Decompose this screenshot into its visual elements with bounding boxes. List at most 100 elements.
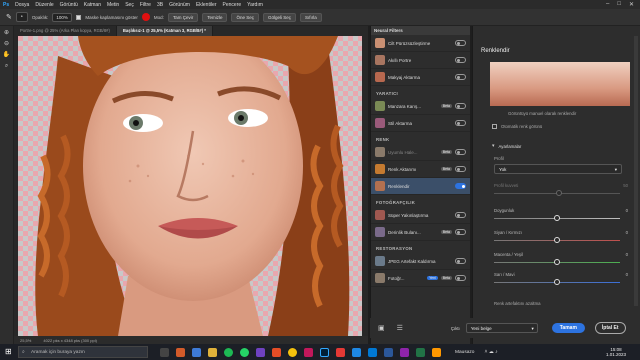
app-icon-13[interactable] <box>432 347 441 357</box>
menu-file[interactable]: Dosya <box>12 2 32 8</box>
filter-thumb <box>375 210 385 220</box>
taskbar-search[interactable]: ⌕ Aramak için buraya yazın <box>18 346 148 358</box>
layers-icon[interactable]: ▣ <box>378 324 385 332</box>
menu-layer[interactable]: Katman <box>81 2 104 8</box>
slider-knob[interactable] <box>554 215 560 221</box>
app-icon-11[interactable] <box>400 347 409 357</box>
maximize-icon[interactable]: □ <box>617 1 621 8</box>
spotify-icon[interactable] <box>224 347 233 357</box>
filter-item-makeup-transfer[interactable]: Makyaj Aktarma <box>371 69 470 86</box>
app-icon-4[interactable] <box>256 347 265 357</box>
portrait-illustration <box>35 36 350 336</box>
menu-help[interactable]: Yardım <box>244 2 266 8</box>
stack-icon[interactable]: ☰ <box>397 324 403 332</box>
chrome-icon[interactable] <box>288 347 297 357</box>
neural-filters-header: Neural Filters <box>371 26 470 35</box>
filter-item-smart-portrait[interactable]: Akıllı Portre <box>371 52 470 69</box>
filter-item-photo-restore[interactable]: Fotoğr... Yeni Beta <box>371 270 470 287</box>
task-view-icon[interactable] <box>160 347 169 357</box>
mask-color-swatch[interactable] <box>141 13 150 21</box>
filter-toggle[interactable] <box>455 258 466 264</box>
filter-toggle[interactable] <box>455 57 466 63</box>
filter-item-harmonization[interactable]: Uyumlu Hale... Beta <box>371 144 470 161</box>
reset-button[interactable]: Sıfırla <box>300 12 322 22</box>
slider-knob[interactable] <box>554 259 560 265</box>
app-icon-8[interactable] <box>352 347 361 357</box>
ok-button[interactable]: Tamam <box>551 323 585 333</box>
profile-select[interactable]: Yok ▾ <box>494 164 622 174</box>
properties-scrollbar[interactable] <box>634 36 638 306</box>
filter-item-landscape-mixer[interactable]: Manzara Karış... Beta <box>371 98 470 115</box>
opacity-field[interactable]: 100% <box>52 12 73 22</box>
filter-item-skin-smoothing[interactable]: Cilt Pürüzsüzleştirme <box>371 35 470 52</box>
filter-label: JPEG Artefakt Kaldırma <box>388 258 436 264</box>
tray-icons[interactable]: ˄ ☁ ♪ <box>484 349 497 355</box>
weather-label[interactable]: Mausazo <box>455 350 474 355</box>
filter-toggle[interactable] <box>455 183 466 189</box>
filter-toggle[interactable] <box>455 74 466 80</box>
mask-checkbox[interactable] <box>76 14 82 20</box>
brush-size-field[interactable]: ⚬ <box>15 12 28 22</box>
output-select[interactable]: Yeni belge ▾ <box>465 323 538 333</box>
filter-item-style-transfer[interactable]: Stil Aktarma <box>371 115 470 132</box>
hand-icon[interactable]: ✋ <box>2 51 12 59</box>
filter-item-super-zoom[interactable]: Süper Yakınlaştırma <box>371 207 470 224</box>
menu-select[interactable]: Seç <box>122 2 137 8</box>
filter-item-color-transfer[interactable]: Renk Aktarımı Beta <box>371 161 470 178</box>
app-icon-3[interactable] <box>208 347 217 357</box>
minimize-icon[interactable]: – <box>606 1 609 8</box>
app-icon-6[interactable] <box>304 347 313 357</box>
filter-toggle[interactable] <box>455 103 466 109</box>
menu-edit[interactable]: Düzenle <box>32 2 56 8</box>
app-icon-10[interactable] <box>384 347 393 357</box>
refine-button[interactable]: Öne Seç <box>231 12 259 22</box>
auto-color-checkbox[interactable] <box>492 124 497 129</box>
filter-item-depth-blur[interactable]: Derinlik Bulanı... Beta <box>371 224 470 241</box>
canvas-area[interactable] <box>14 36 368 336</box>
filter-label: Derinlik Bulanı... <box>388 229 421 235</box>
menu-view[interactable]: Görünüm <box>166 2 193 8</box>
whatsapp-icon[interactable] <box>240 347 249 357</box>
windows-start-icon[interactable]: ⊞ <box>5 347 12 356</box>
menu-filter[interactable]: Filtre <box>137 2 154 8</box>
filter-item-colorize[interactable]: Renklendir <box>371 178 470 195</box>
ps-logo-icon[interactable]: Ps <box>0 2 12 8</box>
auto-color-label: Otomatik renk görünü <box>501 124 543 129</box>
filter-toggle[interactable] <box>455 166 466 172</box>
app-icon-5[interactable] <box>272 347 281 357</box>
app-icon-12[interactable] <box>416 347 425 357</box>
app-icon-1[interactable] <box>176 347 185 357</box>
close-icon[interactable]: ✕ <box>629 1 634 8</box>
app-icon-9[interactable] <box>368 347 377 357</box>
shadow-select-button[interactable]: Gölgeli Seç <box>262 12 296 22</box>
filter-toggle[interactable] <box>455 275 466 281</box>
menu-3d[interactable]: 3B <box>154 2 166 8</box>
clean-button[interactable]: Temizle <box>202 12 228 22</box>
menu-plugins[interactable]: Eklentiler <box>193 2 220 8</box>
clock[interactable]: 15:08 1.01.2023 <box>606 347 626 357</box>
app-icon-7[interactable] <box>336 347 345 357</box>
photoshop-icon[interactable] <box>320 347 329 357</box>
settings-header[interactable]: ▾ Ayarlamalar <box>492 143 521 149</box>
slider-knob[interactable] <box>554 279 560 285</box>
cancel-button[interactable]: İptal Et <box>594 322 626 334</box>
zoom-icon[interactable]: ⌕ <box>2 62 12 70</box>
subtract-icon[interactable]: ⊖ <box>2 40 12 48</box>
filter-toggle[interactable] <box>455 229 466 235</box>
brush-icon[interactable]: ✎ <box>6 13 12 21</box>
filter-toggle[interactable] <box>455 212 466 218</box>
zoom-readout[interactable]: 25,5% <box>20 338 31 343</box>
app-icon-2[interactable] <box>192 347 201 357</box>
add-icon[interactable]: ⊕ <box>2 29 12 37</box>
menu-image[interactable]: Görüntü <box>57 2 81 8</box>
filter-toggle[interactable] <box>455 120 466 126</box>
filter-item-jpeg-artifacts[interactable]: JPEG Artefakt Kaldırma <box>371 253 470 270</box>
menu-window[interactable]: Pencere <box>220 2 245 8</box>
filter-toggle[interactable] <box>455 149 466 155</box>
tab-untitled[interactable]: Başlıksız-1 @ 25,5% (Katman 3, RGB/8#) * <box>116 26 213 36</box>
fill-button[interactable]: Tam Çevir <box>167 12 199 22</box>
menu-type[interactable]: Metin <box>104 2 122 8</box>
tab-portre[interactable]: Portre-1.png @ 25% (Arka Plan kopya, RGB… <box>14 26 117 36</box>
filter-toggle[interactable] <box>455 40 466 46</box>
slider-knob[interactable] <box>554 237 560 243</box>
